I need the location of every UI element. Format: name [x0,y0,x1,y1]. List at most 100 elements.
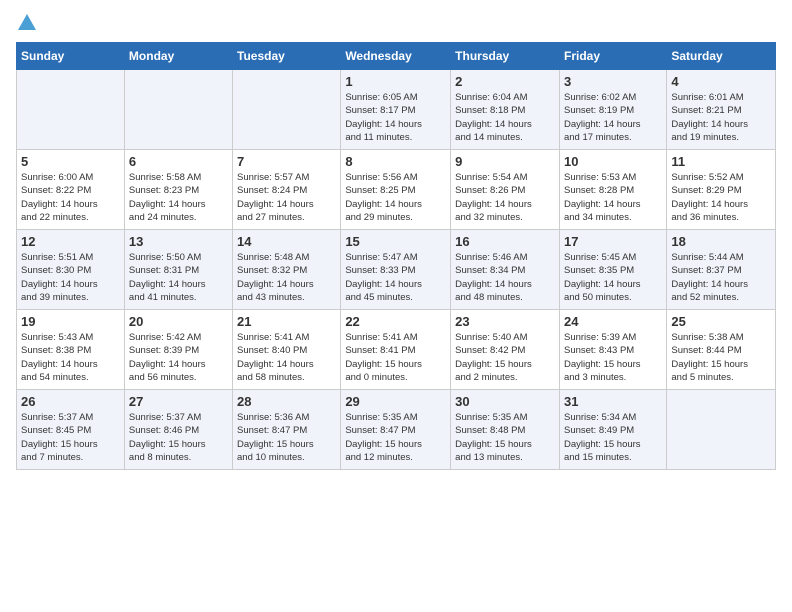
page-header [16,16,776,30]
day-number: 2 [455,74,555,89]
calendar-cell: 6 Sunrise: 5:58 AM Sunset: 8:23 PM Daylig… [124,150,232,230]
day-info: Sunrise: 5:39 AM Sunset: 8:43 PM Dayligh… [564,331,662,384]
calendar-week-row: 5 Sunrise: 6:00 AM Sunset: 8:22 PM Daylig… [17,150,776,230]
calendar-week-row: 1Sunrise: 6:05 AM Sunset: 8:17 PM Daylig… [17,70,776,150]
day-info: Sunrise: 5:46 AM Sunset: 8:34 PM Dayligh… [455,251,555,304]
calendar-cell: 22 Sunrise: 5:41 AM Sunset: 8:41 PM Dayli… [341,310,451,390]
day-number: 6 [129,154,228,169]
day-number: 3 [564,74,662,89]
day-info: Sunrise: 5:50 AM Sunset: 8:31 PM Dayligh… [129,251,228,304]
day-info: Sunrise: 6:01 AM Sunset: 8:21 PM Dayligh… [671,91,771,144]
calendar-cell: 24Sunrise: 5:39 AM Sunset: 8:43 PM Dayli… [559,310,666,390]
calendar-cell [233,70,341,150]
day-number: 23 [455,314,555,329]
day-number: 1 [345,74,446,89]
day-info: Sunrise: 5:53 AM Sunset: 8:28 PM Dayligh… [564,171,662,224]
day-info: Sunrise: 5:41 AM Sunset: 8:41 PM Dayligh… [345,331,446,384]
day-info: Sunrise: 5:45 AM Sunset: 8:35 PM Dayligh… [564,251,662,304]
calendar-week-row: 26 Sunrise: 5:37 AM Sunset: 8:45 PM Dayli… [17,390,776,470]
day-info: Sunrise: 5:48 AM Sunset: 8:32 PM Dayligh… [237,251,336,304]
day-info: Sunrise: 5:44 AM Sunset: 8:37 PM Dayligh… [671,251,771,304]
day-number: 11 [671,154,771,169]
day-number: 29 [345,394,446,409]
day-info: Sunrise: 5:37 AM Sunset: 8:45 PM Dayligh… [21,411,120,464]
day-number: 21 [237,314,336,329]
day-number: 27 [129,394,228,409]
calendar-cell: 23 Sunrise: 5:40 AM Sunset: 8:42 PM Dayli… [451,310,560,390]
day-number: 17 [564,234,662,249]
day-of-week-header: Wednesday [341,43,451,70]
calendar-cell: 30 Sunrise: 5:35 AM Sunset: 8:48 PM Dayli… [451,390,560,470]
day-number: 10 [564,154,662,169]
day-info: Sunrise: 6:02 AM Sunset: 8:19 PM Dayligh… [564,91,662,144]
day-number: 26 [21,394,120,409]
day-info: Sunrise: 5:58 AM Sunset: 8:23 PM Dayligh… [129,171,228,224]
calendar-cell: 1Sunrise: 6:05 AM Sunset: 8:17 PM Daylig… [341,70,451,150]
calendar-cell: 9 Sunrise: 5:54 AM Sunset: 8:26 PM Daylig… [451,150,560,230]
day-info: Sunrise: 5:38 AM Sunset: 8:44 PM Dayligh… [671,331,771,384]
calendar-cell: 14Sunrise: 5:48 AM Sunset: 8:32 PM Dayli… [233,230,341,310]
day-of-week-header: Tuesday [233,43,341,70]
calendar-cell [667,390,776,470]
logo [16,16,36,30]
calendar-cell: 10 Sunrise: 5:53 AM Sunset: 8:28 PM Dayli… [559,150,666,230]
calendar-cell: 20 Sunrise: 5:42 AM Sunset: 8:39 PM Dayli… [124,310,232,390]
calendar-cell: 19 Sunrise: 5:43 AM Sunset: 8:38 PM Dayli… [17,310,125,390]
day-number: 28 [237,394,336,409]
day-info: Sunrise: 5:57 AM Sunset: 8:24 PM Dayligh… [237,171,336,224]
calendar-cell: 31Sunrise: 5:34 AM Sunset: 8:49 PM Dayli… [559,390,666,470]
day-number: 7 [237,154,336,169]
calendar-cell: 16 Sunrise: 5:46 AM Sunset: 8:34 PM Dayli… [451,230,560,310]
calendar-cell: 27 Sunrise: 5:37 AM Sunset: 8:46 PM Dayli… [124,390,232,470]
calendar-cell: 8Sunrise: 5:56 AM Sunset: 8:25 PM Daylig… [341,150,451,230]
calendar-week-row: 12Sunrise: 5:51 AM Sunset: 8:30 PM Dayli… [17,230,776,310]
calendar-week-row: 19 Sunrise: 5:43 AM Sunset: 8:38 PM Dayli… [17,310,776,390]
day-number: 13 [129,234,228,249]
calendar-table: SundayMondayTuesdayWednesdayThursdayFrid… [16,42,776,470]
day-number: 16 [455,234,555,249]
day-info: Sunrise: 5:42 AM Sunset: 8:39 PM Dayligh… [129,331,228,384]
day-of-week-header: Saturday [667,43,776,70]
calendar-cell: 13 Sunrise: 5:50 AM Sunset: 8:31 PM Dayli… [124,230,232,310]
calendar-cell: 26 Sunrise: 5:37 AM Sunset: 8:45 PM Dayli… [17,390,125,470]
day-number: 9 [455,154,555,169]
calendar-header-row: SundayMondayTuesdayWednesdayThursdayFrid… [17,43,776,70]
day-of-week-header: Thursday [451,43,560,70]
day-of-week-header: Friday [559,43,666,70]
day-number: 22 [345,314,446,329]
calendar-cell: 18 Sunrise: 5:44 AM Sunset: 8:37 PM Dayli… [667,230,776,310]
day-number: 31 [564,394,662,409]
day-number: 20 [129,314,228,329]
day-info: Sunrise: 5:37 AM Sunset: 8:46 PM Dayligh… [129,411,228,464]
day-info: Sunrise: 6:00 AM Sunset: 8:22 PM Dayligh… [21,171,120,224]
calendar-cell: 29Sunrise: 5:35 AM Sunset: 8:47 PM Dayli… [341,390,451,470]
day-number: 19 [21,314,120,329]
day-info: Sunrise: 5:56 AM Sunset: 8:25 PM Dayligh… [345,171,446,224]
day-info: Sunrise: 5:35 AM Sunset: 8:48 PM Dayligh… [455,411,555,464]
day-info: Sunrise: 5:40 AM Sunset: 8:42 PM Dayligh… [455,331,555,384]
day-info: Sunrise: 5:41 AM Sunset: 8:40 PM Dayligh… [237,331,336,384]
day-info: Sunrise: 5:43 AM Sunset: 8:38 PM Dayligh… [21,331,120,384]
logo-triangle-icon [18,14,36,30]
day-info: Sunrise: 5:54 AM Sunset: 8:26 PM Dayligh… [455,171,555,224]
day-number: 30 [455,394,555,409]
day-info: Sunrise: 5:51 AM Sunset: 8:30 PM Dayligh… [21,251,120,304]
calendar-cell: 2 Sunrise: 6:04 AM Sunset: 8:18 PM Daylig… [451,70,560,150]
calendar-cell: 25 Sunrise: 5:38 AM Sunset: 8:44 PM Dayli… [667,310,776,390]
day-info: Sunrise: 6:04 AM Sunset: 8:18 PM Dayligh… [455,91,555,144]
day-info: Sunrise: 5:47 AM Sunset: 8:33 PM Dayligh… [345,251,446,304]
calendar-cell: 28 Sunrise: 5:36 AM Sunset: 8:47 PM Dayli… [233,390,341,470]
calendar-cell: 4Sunrise: 6:01 AM Sunset: 8:21 PM Daylig… [667,70,776,150]
day-number: 15 [345,234,446,249]
calendar-cell: 17 Sunrise: 5:45 AM Sunset: 8:35 PM Dayli… [559,230,666,310]
calendar-cell: 12Sunrise: 5:51 AM Sunset: 8:30 PM Dayli… [17,230,125,310]
calendar-cell: 5 Sunrise: 6:00 AM Sunset: 8:22 PM Daylig… [17,150,125,230]
calendar-cell: 7 Sunrise: 5:57 AM Sunset: 8:24 PM Daylig… [233,150,341,230]
day-number: 5 [21,154,120,169]
calendar-cell [124,70,232,150]
day-number: 18 [671,234,771,249]
day-number: 25 [671,314,771,329]
calendar-cell [17,70,125,150]
calendar-cell: 21 Sunrise: 5:41 AM Sunset: 8:40 PM Dayli… [233,310,341,390]
day-info: Sunrise: 5:36 AM Sunset: 8:47 PM Dayligh… [237,411,336,464]
